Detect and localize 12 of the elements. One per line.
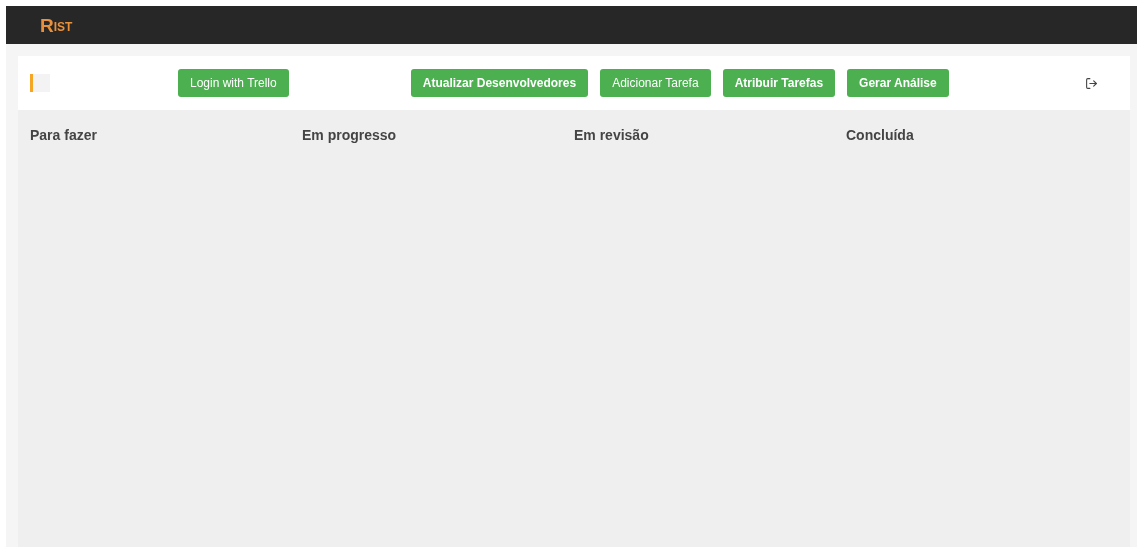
action-button[interactable]: Gerar Análise	[847, 69, 949, 97]
column-title: Em progresso	[302, 127, 397, 143]
action-button[interactable]: Adicionar Tarefa	[600, 69, 711, 97]
action-button[interactable]: Atualizar Desenvolvedores	[410, 69, 589, 97]
status-indicator	[30, 74, 50, 92]
login-button[interactable]: Login with Trello	[178, 69, 289, 97]
column-title: Concluída	[846, 127, 914, 143]
column-title: Em revisão	[574, 127, 649, 143]
logout-icon[interactable]	[1085, 76, 1098, 90]
action-button[interactable]: Atribuir Tarefas	[722, 69, 836, 97]
column-title: Para fazer	[30, 127, 97, 143]
logo: RIST	[40, 15, 73, 35]
